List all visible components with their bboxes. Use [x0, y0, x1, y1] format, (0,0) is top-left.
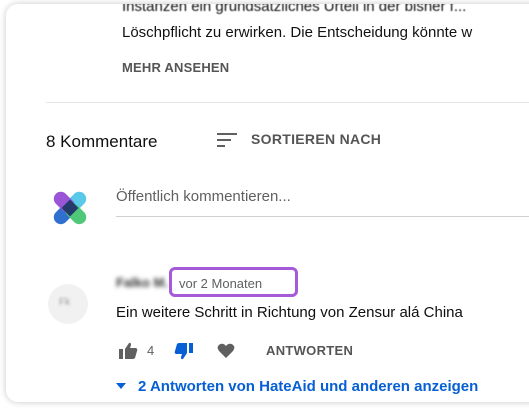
thumb-up-icon[interactable]: [118, 342, 138, 360]
comment-input-underline: [116, 216, 529, 217]
sort-icon[interactable]: [216, 131, 238, 149]
reply-button[interactable]: ANTWORTEN: [266, 343, 353, 358]
highlight-box: [169, 267, 298, 297]
description-text: Löschpflicht zu erwirken. Die Entscheidu…: [122, 24, 473, 41]
comment-author[interactable]: Falko M.: [116, 275, 168, 290]
view-replies-label: 2 Antworten von HateAid und anderen anze…: [138, 378, 479, 395]
comment-input[interactable]: Öffentlich kommentieren...: [116, 186, 529, 216]
description-partial-line: Instanzen ein grundsätzliches Urteil in …: [122, 4, 467, 15]
avatar-initials: Fk: [59, 297, 71, 308]
comment-count: 8 Kommentare: [46, 132, 158, 151]
comment-text: Ein weitere Schritt in Richtung von Zens…: [116, 304, 463, 321]
hateaid-logo-icon: [53, 191, 87, 225]
like-count: 4: [147, 343, 155, 358]
caret-down-icon: [116, 383, 126, 389]
comment-input-placeholder: Öffentlich kommentieren...: [116, 188, 291, 205]
show-more-button[interactable]: MEHR ANSEHEN: [122, 60, 229, 75]
sort-button[interactable]: SORTIEREN NACH: [251, 131, 381, 147]
avatar[interactable]: Fk: [48, 284, 88, 324]
heart-icon[interactable]: [217, 343, 235, 359]
comments-panel: Instanzen ein grundsätzliches Urteil in …: [6, 4, 529, 402]
thumb-down-icon[interactable]: [174, 342, 194, 360]
divider: [46, 102, 529, 103]
